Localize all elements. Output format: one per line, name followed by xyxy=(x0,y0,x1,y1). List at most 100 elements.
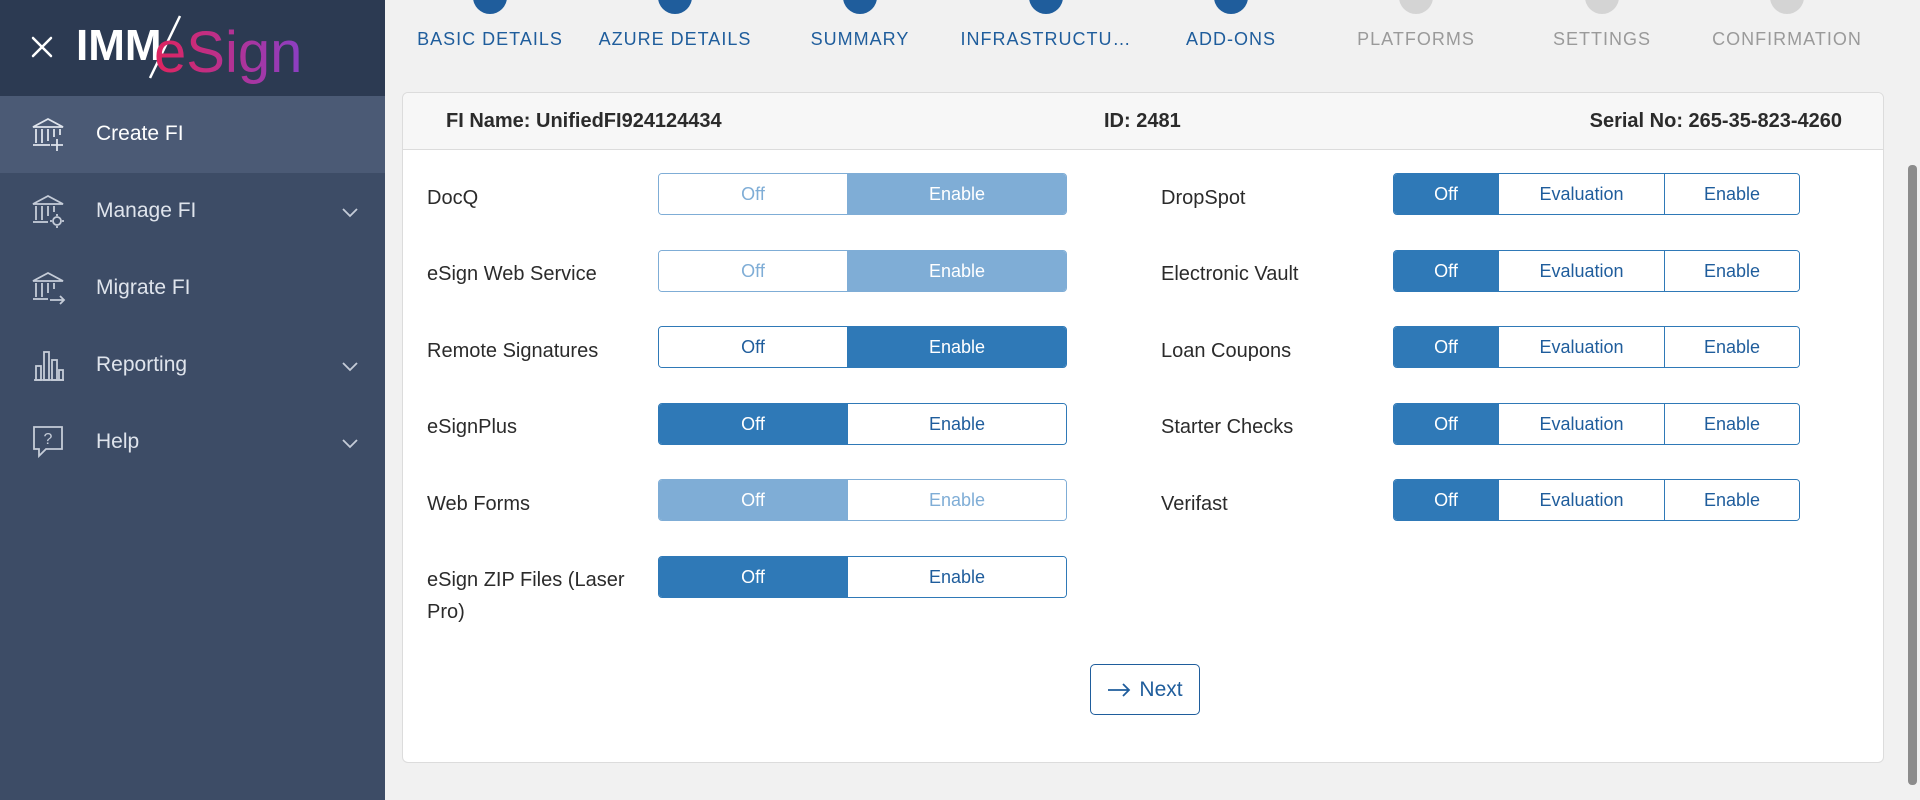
sidebar-item-create-fi[interactable]: Create FI xyxy=(0,96,385,173)
step-label: CONFIRMATION xyxy=(1712,29,1862,49)
chevron-down-icon xyxy=(342,208,358,218)
addon-label-dropspot: DropSpot xyxy=(1161,187,1246,209)
toggle-option-off[interactable]: Off xyxy=(1394,404,1498,444)
toggle-option-off: Off xyxy=(659,174,847,214)
arrow-right-icon xyxy=(1108,682,1131,697)
step-label: SETTINGS xyxy=(1552,29,1651,49)
svg-text:IMM: IMM xyxy=(76,21,162,70)
toggle-esign-web-service: Off Enable xyxy=(658,250,1067,292)
sidebar-item-reporting[interactable]: Reporting xyxy=(0,327,385,404)
toggle-option-enable[interactable]: Enable xyxy=(1664,327,1799,367)
toggle-esign-zip-files: Off Enable xyxy=(658,556,1067,598)
toggle-option-off[interactable]: Off xyxy=(1394,327,1498,367)
addon-label-web-forms: Web Forms xyxy=(427,493,530,515)
toggle-option-evaluation[interactable]: Evaluation xyxy=(1498,404,1664,444)
toggle-option-off[interactable]: Off xyxy=(1394,480,1498,520)
imm-esign-logo: IMM eSign xyxy=(76,15,302,85)
addon-label-remote-signatures: Remote Signatures xyxy=(427,340,599,362)
chevron-down-icon xyxy=(342,439,358,449)
toggle-option-enable[interactable]: Enable xyxy=(1664,251,1799,291)
toggle-option-off[interactable]: Off xyxy=(659,327,847,367)
sidebar-item-migrate-fi[interactable]: Migrate FI xyxy=(0,250,385,327)
step-complete-dot xyxy=(473,0,507,14)
sidebar-item-label: Create FI xyxy=(96,122,184,145)
toggle-electronic-vault: Off Evaluation Enable xyxy=(1393,250,1800,292)
toggle-loan-coupons: Off Evaluation Enable xyxy=(1393,326,1800,368)
toggle-option-evaluation[interactable]: Evaluation xyxy=(1498,327,1664,367)
toggle-option-enable: Enable xyxy=(847,174,1066,214)
sidebar-item-label: Manage FI xyxy=(96,199,197,222)
step-label: BASIC DETAILS xyxy=(417,29,563,49)
scrollbar-thumb[interactable] xyxy=(1908,165,1917,785)
toggle-verifast: Off Evaluation Enable xyxy=(1393,479,1800,521)
toggle-dropspot: Off Evaluation Enable xyxy=(1393,173,1800,215)
toggle-option-evaluation[interactable]: Evaluation xyxy=(1498,480,1664,520)
wizard-stepper: BASIC DETAILS AZURE DETAILS SUMMARY INFR… xyxy=(385,0,1905,90)
toggle-option-off[interactable]: Off xyxy=(659,557,847,597)
step-current-dot xyxy=(1214,0,1248,14)
bar-chart-icon xyxy=(34,351,64,381)
sidebar-header: IMM eSign xyxy=(0,0,385,96)
step-label: SUMMARY xyxy=(810,29,910,49)
toggle-option-enable[interactable]: Enable xyxy=(1664,480,1799,520)
addon-label-docq: DocQ xyxy=(427,187,479,209)
addon-label-verifast: Verifast xyxy=(1161,493,1228,515)
help-bubble-icon: ? xyxy=(33,426,63,459)
toggle-option-off[interactable]: Off xyxy=(1394,174,1498,214)
page-scrollbar[interactable] xyxy=(1905,0,1920,800)
sidebar-item-label: Reporting xyxy=(96,353,188,376)
bank-migrate-icon xyxy=(32,271,66,305)
step-complete-dot xyxy=(658,0,692,14)
addon-label-electronic-vault: Electronic Vault xyxy=(1161,263,1299,285)
step-label: AZURE DETAILS xyxy=(598,29,752,49)
toggle-option-enable[interactable]: Enable xyxy=(847,327,1066,367)
step-label: INFRASTRUCTU… xyxy=(960,29,1132,49)
step-label: ADD-ONS xyxy=(1185,29,1276,49)
fi-serial: Serial No: 265-35-823-4260 xyxy=(1589,110,1842,132)
sidebar-item-label: Help xyxy=(96,430,140,453)
sidebar-item-manage-fi[interactable]: Manage FI xyxy=(0,173,385,250)
toggle-web-forms: Off Enable xyxy=(658,479,1067,521)
toggle-option-enable[interactable]: Enable xyxy=(1664,174,1799,214)
sidebar-item-help[interactable]: ? Help xyxy=(0,404,385,481)
toggle-esignplus: Off Enable xyxy=(658,403,1067,445)
addon-label-esign-web-service: eSign Web Service xyxy=(427,263,597,285)
step-pending-dot xyxy=(1585,0,1619,14)
step-pending-dot xyxy=(1770,0,1804,14)
close-icon[interactable] xyxy=(28,33,56,61)
toggle-option-off[interactable]: Off xyxy=(659,404,847,444)
step-complete-dot xyxy=(843,0,877,14)
step-complete-dot xyxy=(1029,0,1063,14)
addon-label-loan-coupons: Loan Coupons xyxy=(1161,340,1292,362)
toggle-option-enable[interactable]: Enable xyxy=(847,557,1066,597)
next-button[interactable]: Next xyxy=(1090,664,1200,715)
step-pending-dot xyxy=(1399,0,1433,14)
sidebar: IMM eSign Create FI Manage FI Migrate FI… xyxy=(0,0,385,800)
toggle-docq: Off Enable xyxy=(658,173,1067,215)
svg-text:eSign: eSign xyxy=(154,20,302,85)
addon-label-esign-zip-files: eSign ZIP Files (Laser Pro) xyxy=(427,569,625,623)
fi-name: FI Name: UnifiedFI924124434 xyxy=(446,110,722,132)
toggle-option-enable[interactable]: Enable xyxy=(847,404,1066,444)
svg-text:?: ? xyxy=(44,431,53,448)
toggle-option-off: Off xyxy=(659,480,847,520)
addons-card: FI Name: UnifiedFI924124434 ID: 2481 Ser… xyxy=(402,92,1884,763)
toggle-remote-signatures: Off Enable xyxy=(658,326,1067,368)
toggle-option-evaluation[interactable]: Evaluation xyxy=(1498,174,1664,214)
toggle-option-evaluation[interactable]: Evaluation xyxy=(1498,251,1664,291)
toggle-starter-checks: Off Evaluation Enable xyxy=(1393,403,1800,445)
addon-label-esignplus: eSignPlus xyxy=(427,416,518,438)
toggle-option-enable: Enable xyxy=(847,480,1066,520)
addon-label-starter-checks: Starter Checks xyxy=(1161,416,1294,438)
bank-settings-icon xyxy=(32,194,64,228)
toggle-option-off[interactable]: Off xyxy=(1394,251,1498,291)
fi-id: ID: 2481 xyxy=(1104,110,1181,132)
sidebar-item-label: Migrate FI xyxy=(96,276,191,299)
step-label: PLATFORMS xyxy=(1357,29,1475,49)
toggle-option-enable[interactable]: Enable xyxy=(1664,404,1799,444)
next-button-label: Next xyxy=(1139,677,1183,701)
fi-info-header: FI Name: UnifiedFI924124434 ID: 2481 Ser… xyxy=(403,93,1883,150)
toggle-option-off: Off xyxy=(659,251,847,291)
toggle-option-enable: Enable xyxy=(847,251,1066,291)
chevron-down-icon xyxy=(342,362,358,372)
